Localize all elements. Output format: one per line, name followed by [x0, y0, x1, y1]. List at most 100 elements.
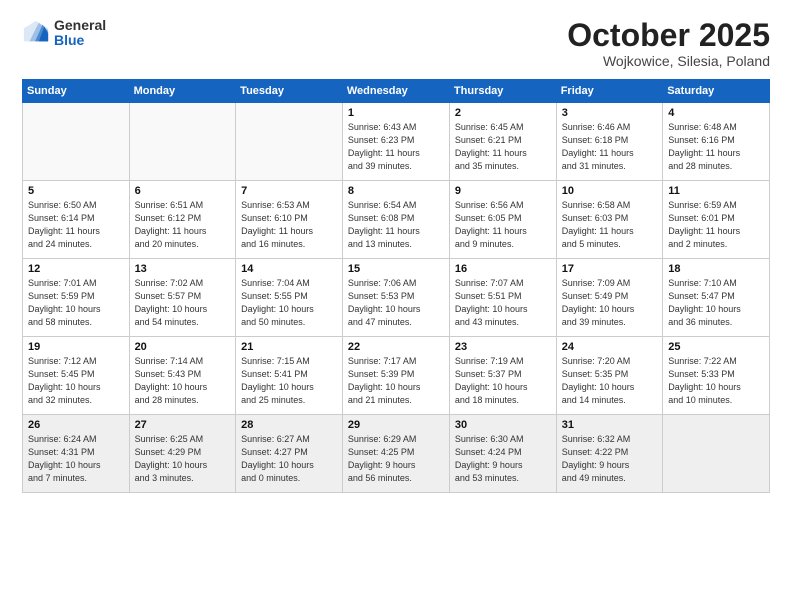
logo-icon [22, 19, 50, 47]
day-info: Sunrise: 7:07 AM Sunset: 5:51 PM Dayligh… [455, 277, 551, 329]
day-number: 3 [562, 107, 658, 119]
calendar-cell: 29 Sunrise: 6:29 AM Sunset: 4:25 PM Dayli… [342, 415, 449, 493]
calendar-cell: 5Sunrise: 6:50 AM Sunset: 6:14 PM Daylig… [23, 181, 130, 259]
calendar-cell: 24 Sunrise: 7:20 AM Sunset: 5:35 PM Dayli… [556, 337, 663, 415]
day-info: Sunrise: 6:43 AM Sunset: 6:23 PM Dayligh… [348, 121, 444, 173]
day-info: Sunrise: 6:54 AM Sunset: 6:08 PM Dayligh… [348, 199, 444, 251]
day-info: Sunrise: 6:24 AM Sunset: 4:31 PM Dayligh… [28, 433, 124, 485]
calendar-cell: 18Sunrise: 7:10 AM Sunset: 5:47 PM Dayli… [663, 259, 770, 337]
calendar-cell [663, 415, 770, 493]
day-info: Sunrise: 6:46 AM Sunset: 6:18 PM Dayligh… [562, 121, 658, 173]
day-number: 14 [241, 263, 337, 275]
calendar-title: October 2025 [567, 18, 770, 53]
calendar-cell [129, 103, 236, 181]
day-number: 24 [562, 341, 658, 353]
calendar-week-row: 26Sunrise: 6:24 AM Sunset: 4:31 PM Dayli… [23, 415, 770, 493]
weekday-header-thursday: Thursday [449, 80, 556, 103]
calendar-header: SundayMondayTuesdayWednesdayThursdayFrid… [23, 80, 770, 103]
day-number: 10 [562, 185, 658, 197]
calendar-cell: 11Sunrise: 6:59 AM Sunset: 6:01 PM Dayli… [663, 181, 770, 259]
day-info: Sunrise: 6:53 AM Sunset: 6:10 PM Dayligh… [241, 199, 337, 251]
calendar-cell: 30 Sunrise: 6:30 AM Sunset: 4:24 PM Dayli… [449, 415, 556, 493]
calendar-cell: 15 Sunrise: 7:06 AM Sunset: 5:53 PM Dayli… [342, 259, 449, 337]
day-number: 19 [28, 341, 124, 353]
day-info: Sunrise: 6:51 AM Sunset: 6:12 PM Dayligh… [135, 199, 231, 251]
calendar-cell: 1 Sunrise: 6:43 AM Sunset: 6:23 PM Daylig… [342, 103, 449, 181]
calendar-cell: 9 Sunrise: 6:56 AM Sunset: 6:05 PM Daylig… [449, 181, 556, 259]
day-number: 1 [348, 107, 444, 119]
calendar-cell: 20Sunrise: 7:14 AM Sunset: 5:43 PM Dayli… [129, 337, 236, 415]
day-number: 23 [455, 341, 551, 353]
calendar-cell: 25 Sunrise: 7:22 AM Sunset: 5:33 PM Dayli… [663, 337, 770, 415]
calendar-cell: 4Sunrise: 6:48 AM Sunset: 6:16 PM Daylig… [663, 103, 770, 181]
calendar-cell: 23Sunrise: 7:19 AM Sunset: 5:37 PM Dayli… [449, 337, 556, 415]
day-number: 29 [348, 419, 444, 431]
calendar-cell: 10 Sunrise: 6:58 AM Sunset: 6:03 PM Dayli… [556, 181, 663, 259]
day-info: Sunrise: 7:04 AM Sunset: 5:55 PM Dayligh… [241, 277, 337, 329]
day-number: 6 [135, 185, 231, 197]
day-info: Sunrise: 7:09 AM Sunset: 5:49 PM Dayligh… [562, 277, 658, 329]
calendar-cell: 19Sunrise: 7:12 AM Sunset: 5:45 PM Dayli… [23, 337, 130, 415]
day-number: 31 [562, 419, 658, 431]
calendar-cell: 31 Sunrise: 6:32 AM Sunset: 4:22 PM Dayli… [556, 415, 663, 493]
day-info: Sunrise: 6:30 AM Sunset: 4:24 PM Dayligh… [455, 433, 551, 485]
day-info: Sunrise: 7:15 AM Sunset: 5:41 PM Dayligh… [241, 355, 337, 407]
day-number: 12 [28, 263, 124, 275]
day-info: Sunrise: 7:22 AM Sunset: 5:33 PM Dayligh… [668, 355, 764, 407]
day-number: 21 [241, 341, 337, 353]
calendar-cell: 6 Sunrise: 6:51 AM Sunset: 6:12 PM Daylig… [129, 181, 236, 259]
weekday-header-friday: Friday [556, 80, 663, 103]
day-info: Sunrise: 6:29 AM Sunset: 4:25 PM Dayligh… [348, 433, 444, 485]
day-info: Sunrise: 6:48 AM Sunset: 6:16 PM Dayligh… [668, 121, 764, 173]
day-info: Sunrise: 6:25 AM Sunset: 4:29 PM Dayligh… [135, 433, 231, 485]
calendar-week-row: 12Sunrise: 7:01 AM Sunset: 5:59 PM Dayli… [23, 259, 770, 337]
calendar-cell: 22 Sunrise: 7:17 AM Sunset: 5:39 PM Dayli… [342, 337, 449, 415]
calendar-cell: 8Sunrise: 6:54 AM Sunset: 6:08 PM Daylig… [342, 181, 449, 259]
weekday-header-saturday: Saturday [663, 80, 770, 103]
header: General Blue October 2025 Wojkowice, Sil… [22, 18, 770, 69]
calendar-cell: 17 Sunrise: 7:09 AM Sunset: 5:49 PM Dayli… [556, 259, 663, 337]
calendar-cell: 12Sunrise: 7:01 AM Sunset: 5:59 PM Dayli… [23, 259, 130, 337]
calendar-cell [236, 103, 343, 181]
calendar-week-row: 1 Sunrise: 6:43 AM Sunset: 6:23 PM Daylig… [23, 103, 770, 181]
calendar-cell: 7Sunrise: 6:53 AM Sunset: 6:10 PM Daylig… [236, 181, 343, 259]
weekday-header-wednesday: Wednesday [342, 80, 449, 103]
day-number: 27 [135, 419, 231, 431]
day-info: Sunrise: 7:20 AM Sunset: 5:35 PM Dayligh… [562, 355, 658, 407]
calendar-cell: 26Sunrise: 6:24 AM Sunset: 4:31 PM Dayli… [23, 415, 130, 493]
calendar-body: 1 Sunrise: 6:43 AM Sunset: 6:23 PM Daylig… [23, 103, 770, 493]
page: General Blue October 2025 Wojkowice, Sil… [0, 0, 792, 612]
day-number: 9 [455, 185, 551, 197]
day-number: 2 [455, 107, 551, 119]
logo: General Blue [22, 18, 106, 49]
day-number: 15 [348, 263, 444, 275]
title-block: October 2025 Wojkowice, Silesia, Poland [567, 18, 770, 69]
day-number: 16 [455, 263, 551, 275]
day-number: 22 [348, 341, 444, 353]
calendar-cell: 13Sunrise: 7:02 AM Sunset: 5:57 PM Dayli… [129, 259, 236, 337]
calendar-cell: 28Sunrise: 6:27 AM Sunset: 4:27 PM Dayli… [236, 415, 343, 493]
day-info: Sunrise: 6:27 AM Sunset: 4:27 PM Dayligh… [241, 433, 337, 485]
day-info: Sunrise: 6:56 AM Sunset: 6:05 PM Dayligh… [455, 199, 551, 251]
calendar-cell: 27 Sunrise: 6:25 AM Sunset: 4:29 PM Dayli… [129, 415, 236, 493]
calendar-cell: 16 Sunrise: 7:07 AM Sunset: 5:51 PM Dayli… [449, 259, 556, 337]
calendar-week-row: 5Sunrise: 6:50 AM Sunset: 6:14 PM Daylig… [23, 181, 770, 259]
day-number: 17 [562, 263, 658, 275]
day-info: Sunrise: 6:50 AM Sunset: 6:14 PM Dayligh… [28, 199, 124, 251]
weekday-header-monday: Monday [129, 80, 236, 103]
day-number: 11 [668, 185, 764, 197]
calendar-subtitle: Wojkowice, Silesia, Poland [567, 53, 770, 69]
calendar-cell [23, 103, 130, 181]
day-info: Sunrise: 7:14 AM Sunset: 5:43 PM Dayligh… [135, 355, 231, 407]
day-number: 30 [455, 419, 551, 431]
day-number: 18 [668, 263, 764, 275]
weekday-header-tuesday: Tuesday [236, 80, 343, 103]
day-info: Sunrise: 7:06 AM Sunset: 5:53 PM Dayligh… [348, 277, 444, 329]
day-info: Sunrise: 6:45 AM Sunset: 6:21 PM Dayligh… [455, 121, 551, 173]
day-info: Sunrise: 7:17 AM Sunset: 5:39 PM Dayligh… [348, 355, 444, 407]
day-info: Sunrise: 6:32 AM Sunset: 4:22 PM Dayligh… [562, 433, 658, 485]
calendar-week-row: 19Sunrise: 7:12 AM Sunset: 5:45 PM Dayli… [23, 337, 770, 415]
day-info: Sunrise: 6:58 AM Sunset: 6:03 PM Dayligh… [562, 199, 658, 251]
calendar-cell: 3 Sunrise: 6:46 AM Sunset: 6:18 PM Daylig… [556, 103, 663, 181]
day-number: 25 [668, 341, 764, 353]
